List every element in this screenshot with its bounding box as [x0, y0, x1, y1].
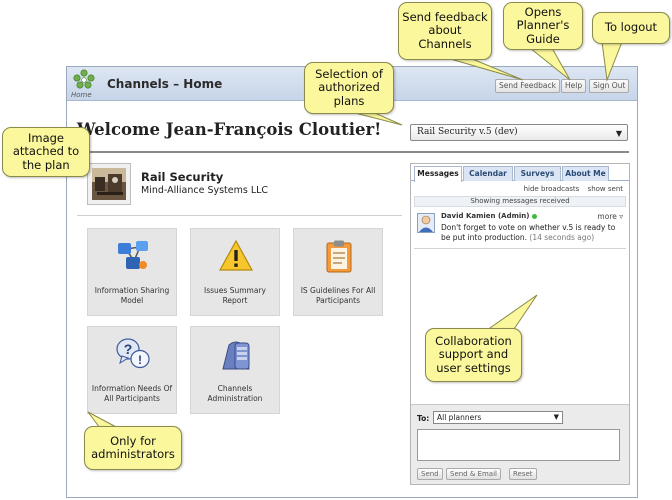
- tab-messages[interactable]: Messages: [414, 166, 462, 182]
- admin-icon: [219, 337, 253, 371]
- plan-select[interactable]: Rail Security v.5 (dev) ▼: [410, 124, 628, 141]
- tab-about-me[interactable]: About Me: [562, 166, 609, 181]
- message-filter-links: hide broadcasts show sent: [518, 185, 623, 193]
- message-sender: David Kamien (Admin): [441, 212, 538, 220]
- dropdown-arrow-icon: ▼: [553, 413, 559, 421]
- sender-name: David Kamien (Admin): [441, 212, 530, 220]
- plan-image: [87, 163, 131, 205]
- sign-out-button[interactable]: Sign Out: [589, 79, 630, 93]
- send-email-button[interactable]: Send & Email: [446, 468, 501, 480]
- header-divider: [77, 151, 629, 153]
- tile-label: Information Needs Of All Participants: [91, 384, 173, 403]
- tile-issues-summary-report[interactable]: Issues Summary Report: [190, 228, 280, 316]
- show-sent-link[interactable]: show sent: [588, 185, 623, 193]
- tile-label: Issues Summary Report: [204, 286, 266, 305]
- online-status-icon: [532, 213, 538, 219]
- plan-select-value: Rail Security v.5 (dev): [417, 127, 518, 137]
- tab-calendar[interactable]: Calendar: [463, 166, 513, 181]
- reset-button[interactable]: Reset: [509, 468, 537, 480]
- tile-is-guidelines[interactable]: IS Guidelines For All Participants: [293, 228, 383, 316]
- recipient-value: All planners: [437, 413, 482, 422]
- to-label: To:: [417, 414, 430, 423]
- svg-text:!: !: [138, 353, 142, 367]
- hide-broadcasts-link[interactable]: hide broadcasts: [524, 185, 580, 193]
- tile-label: Information Sharing Model: [94, 286, 170, 305]
- tile-information-sharing-model[interactable]: Information Sharing Model: [87, 228, 177, 316]
- showing-status: Showing messages received: [414, 196, 626, 207]
- message-text: Don't forget to vote on whether v.5 is r…: [441, 223, 625, 243]
- send-feedback-button[interactable]: Send Feedback: [495, 79, 560, 93]
- callout-plan-image: Image attached to the plan: [2, 127, 90, 177]
- section-divider: [77, 215, 402, 216]
- plan-organization: Mind-Alliance Systems LLC: [141, 185, 269, 196]
- callout-text: Send feedback about Channels: [402, 9, 488, 51]
- dropdown-arrow-icon: ▼: [615, 129, 622, 138]
- callout-planners-guide: Opens Planner's Guide: [503, 2, 583, 50]
- callout-plan-selection: Selection of authorized plans: [304, 62, 394, 114]
- callout-admin-only: Only for administrators: [84, 426, 182, 470]
- tile-label: Channels Administration: [207, 384, 263, 403]
- tile-information-needs[interactable]: ? ! Information Needs Of All Participant…: [87, 326, 177, 414]
- clipboard-icon: [322, 239, 356, 273]
- callout-collaboration: Collaboration support and user settings: [425, 328, 522, 382]
- callout-text: Image attached to the plan: [12, 130, 80, 172]
- callout-text: Collaboration support and user settings: [435, 333, 512, 375]
- more-menu[interactable]: more ▿: [597, 212, 623, 221]
- send-button[interactable]: Send: [417, 468, 443, 480]
- svg-text:?: ?: [124, 341, 133, 357]
- question-bubbles-icon: ? !: [116, 337, 150, 371]
- welcome-heading: Welcome Jean-François Cloutier!: [77, 120, 382, 139]
- tile-label: IS Guidelines For All Participants: [300, 286, 376, 305]
- logo-caption: Home: [71, 91, 92, 99]
- recipient-select[interactable]: All planners ▼: [433, 411, 563, 424]
- app-title: Channels – Home: [107, 77, 223, 91]
- callout-text: Selection of authorized plans: [315, 66, 383, 108]
- user-avatar-icon: [417, 213, 435, 233]
- help-button[interactable]: Help: [561, 79, 587, 93]
- plan-name: Rail Security: [141, 170, 224, 184]
- panel-tabs: Messages Calendar Surveys About Me: [411, 164, 629, 182]
- message-timestamp: (14 seconds ago): [529, 233, 595, 242]
- message-item: David Kamien (Admin) more ▿ Don't forget…: [414, 209, 626, 249]
- collaboration-panel: Messages Calendar Surveys About Me hide …: [410, 163, 630, 485]
- screenshot-stage: Home Channels – Home Send Feedback Help …: [0, 0, 672, 500]
- tile-channels-administration[interactable]: Channels Administration: [190, 326, 280, 414]
- callout-logout: To logout: [592, 12, 670, 44]
- message-input[interactable]: [417, 429, 620, 461]
- callout-text: To logout: [604, 20, 658, 35]
- warning-icon: [218, 239, 254, 273]
- callout-send-feedback: Send feedback about Channels: [398, 2, 492, 60]
- callout-text: Only for administrators: [91, 433, 175, 461]
- tab-surveys[interactable]: Surveys: [514, 166, 561, 181]
- compose-area: To: All planners ▼ Send Send & Email Res…: [411, 404, 629, 484]
- network-icon: [116, 239, 150, 273]
- callout-text: Opens Planner's Guide: [516, 4, 570, 46]
